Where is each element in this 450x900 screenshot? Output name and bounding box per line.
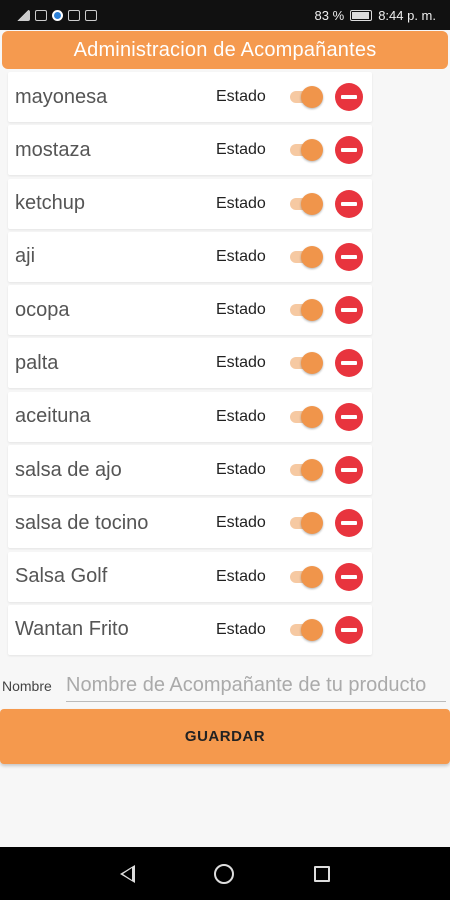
delete-icon[interactable]	[335, 83, 363, 111]
list-item: palta Estado	[8, 338, 372, 389]
signal-icon	[16, 9, 30, 21]
estado-label: Estado	[216, 301, 266, 319]
estado-toggle[interactable]	[286, 139, 323, 162]
save-button[interactable]: GUARDAR	[0, 709, 450, 764]
toggle-thumb	[301, 618, 323, 641]
estado-toggle[interactable]	[286, 512, 323, 535]
toggle-thumb	[301, 565, 323, 588]
home-icon[interactable]	[214, 863, 235, 884]
estado-toggle[interactable]	[286, 405, 323, 428]
toggle-thumb	[301, 459, 323, 482]
list-item: ketchup Estado	[8, 178, 372, 229]
estado-toggle[interactable]	[286, 299, 323, 322]
delete-icon[interactable]	[335, 136, 363, 165]
recent-apps-icon[interactable]	[314, 865, 331, 882]
estado-toggle[interactable]	[286, 459, 323, 482]
estado-label: Estado	[216, 247, 266, 265]
item-name: mayonesa	[15, 85, 108, 108]
delete-icon[interactable]	[335, 242, 363, 271]
list-item: salsa de tocino Estado	[8, 498, 372, 549]
name-input[interactable]	[66, 670, 446, 702]
estado-label: Estado	[216, 194, 266, 212]
toggle-thumb	[301, 86, 323, 108]
status-right: 83 % 8:44 p. m.	[315, 8, 436, 23]
delete-icon[interactable]	[335, 189, 363, 218]
delete-icon[interactable]	[335, 509, 363, 538]
estado-label: Estado	[216, 514, 266, 532]
list-item: aji Estado	[8, 231, 372, 282]
gallery-icon	[85, 9, 97, 21]
estado-toggle[interactable]	[286, 565, 323, 588]
page-title: Administracion de Acompañantes	[73, 38, 377, 61]
toggle-thumb	[301, 512, 323, 535]
back-icon[interactable]	[119, 864, 135, 883]
item-name: palta	[15, 351, 59, 374]
list-item: aceituna Estado	[8, 391, 372, 442]
item-name: ocopa	[15, 298, 70, 321]
delete-icon[interactable]	[335, 296, 363, 325]
estado-toggle[interactable]	[286, 245, 323, 268]
item-name: ketchup	[15, 192, 86, 215]
estado-toggle[interactable]	[286, 618, 323, 641]
status-icons	[16, 9, 97, 21]
estado-toggle[interactable]	[286, 86, 323, 108]
name-form-row: Nombre	[0, 670, 450, 704]
delete-icon[interactable]	[335, 562, 363, 591]
battery-icon	[350, 9, 373, 21]
estado-label: Estado	[216, 620, 266, 638]
estado-label: Estado	[216, 88, 266, 105]
toggle-thumb	[301, 192, 323, 215]
clock: 8:44 p. m.	[378, 7, 436, 23]
messenger-icon	[52, 9, 63, 21]
delete-icon[interactable]	[335, 456, 363, 485]
game-icon	[68, 9, 80, 21]
item-name: mostaza	[15, 138, 91, 161]
item-name: Wantan Frito	[15, 618, 129, 641]
toggle-thumb	[301, 352, 323, 375]
toggle-thumb	[301, 245, 323, 268]
estado-label: Estado	[216, 141, 266, 159]
battery-percent: 83 %	[314, 7, 345, 23]
item-name: Salsa Golf	[15, 565, 108, 588]
estado-toggle[interactable]	[286, 192, 323, 215]
estado-label: Estado	[216, 407, 266, 425]
estado-label: Estado	[216, 354, 266, 372]
accompaniment-list: mayonesa Estado mostaza Estado ketchup Estado…	[8, 72, 372, 658]
estado-label: Estado	[216, 567, 266, 585]
list-item: salsa de ajo Estado	[8, 445, 372, 496]
list-item: ocopa Estado	[8, 285, 372, 336]
item-name: aji	[15, 245, 36, 268]
estado-toggle[interactable]	[286, 352, 323, 375]
list-item: mayonesa Estado	[8, 72, 372, 122]
delete-icon[interactable]	[335, 349, 363, 378]
toggle-thumb	[301, 139, 323, 162]
nav-bar	[0, 847, 450, 900]
name-label: Nombre	[2, 678, 52, 694]
app-bar: Administracion de Acompañantes	[2, 31, 448, 69]
toggle-thumb	[301, 299, 323, 322]
toggle-thumb	[301, 405, 323, 428]
wifi-icon	[35, 9, 47, 21]
status-bar: 83 % 8:44 p. m.	[0, 0, 450, 30]
item-name: salsa de tocino	[15, 511, 149, 534]
list-item: mostaza Estado	[8, 125, 372, 176]
item-name: salsa de ajo	[15, 458, 122, 481]
list-item: Salsa Golf Estado	[8, 551, 372, 602]
estado-label: Estado	[216, 461, 266, 479]
delete-icon[interactable]	[335, 402, 363, 431]
delete-icon[interactable]	[335, 615, 363, 644]
item-name: aceituna	[15, 405, 91, 428]
list-item: Wantan Frito Estado	[8, 604, 372, 655]
